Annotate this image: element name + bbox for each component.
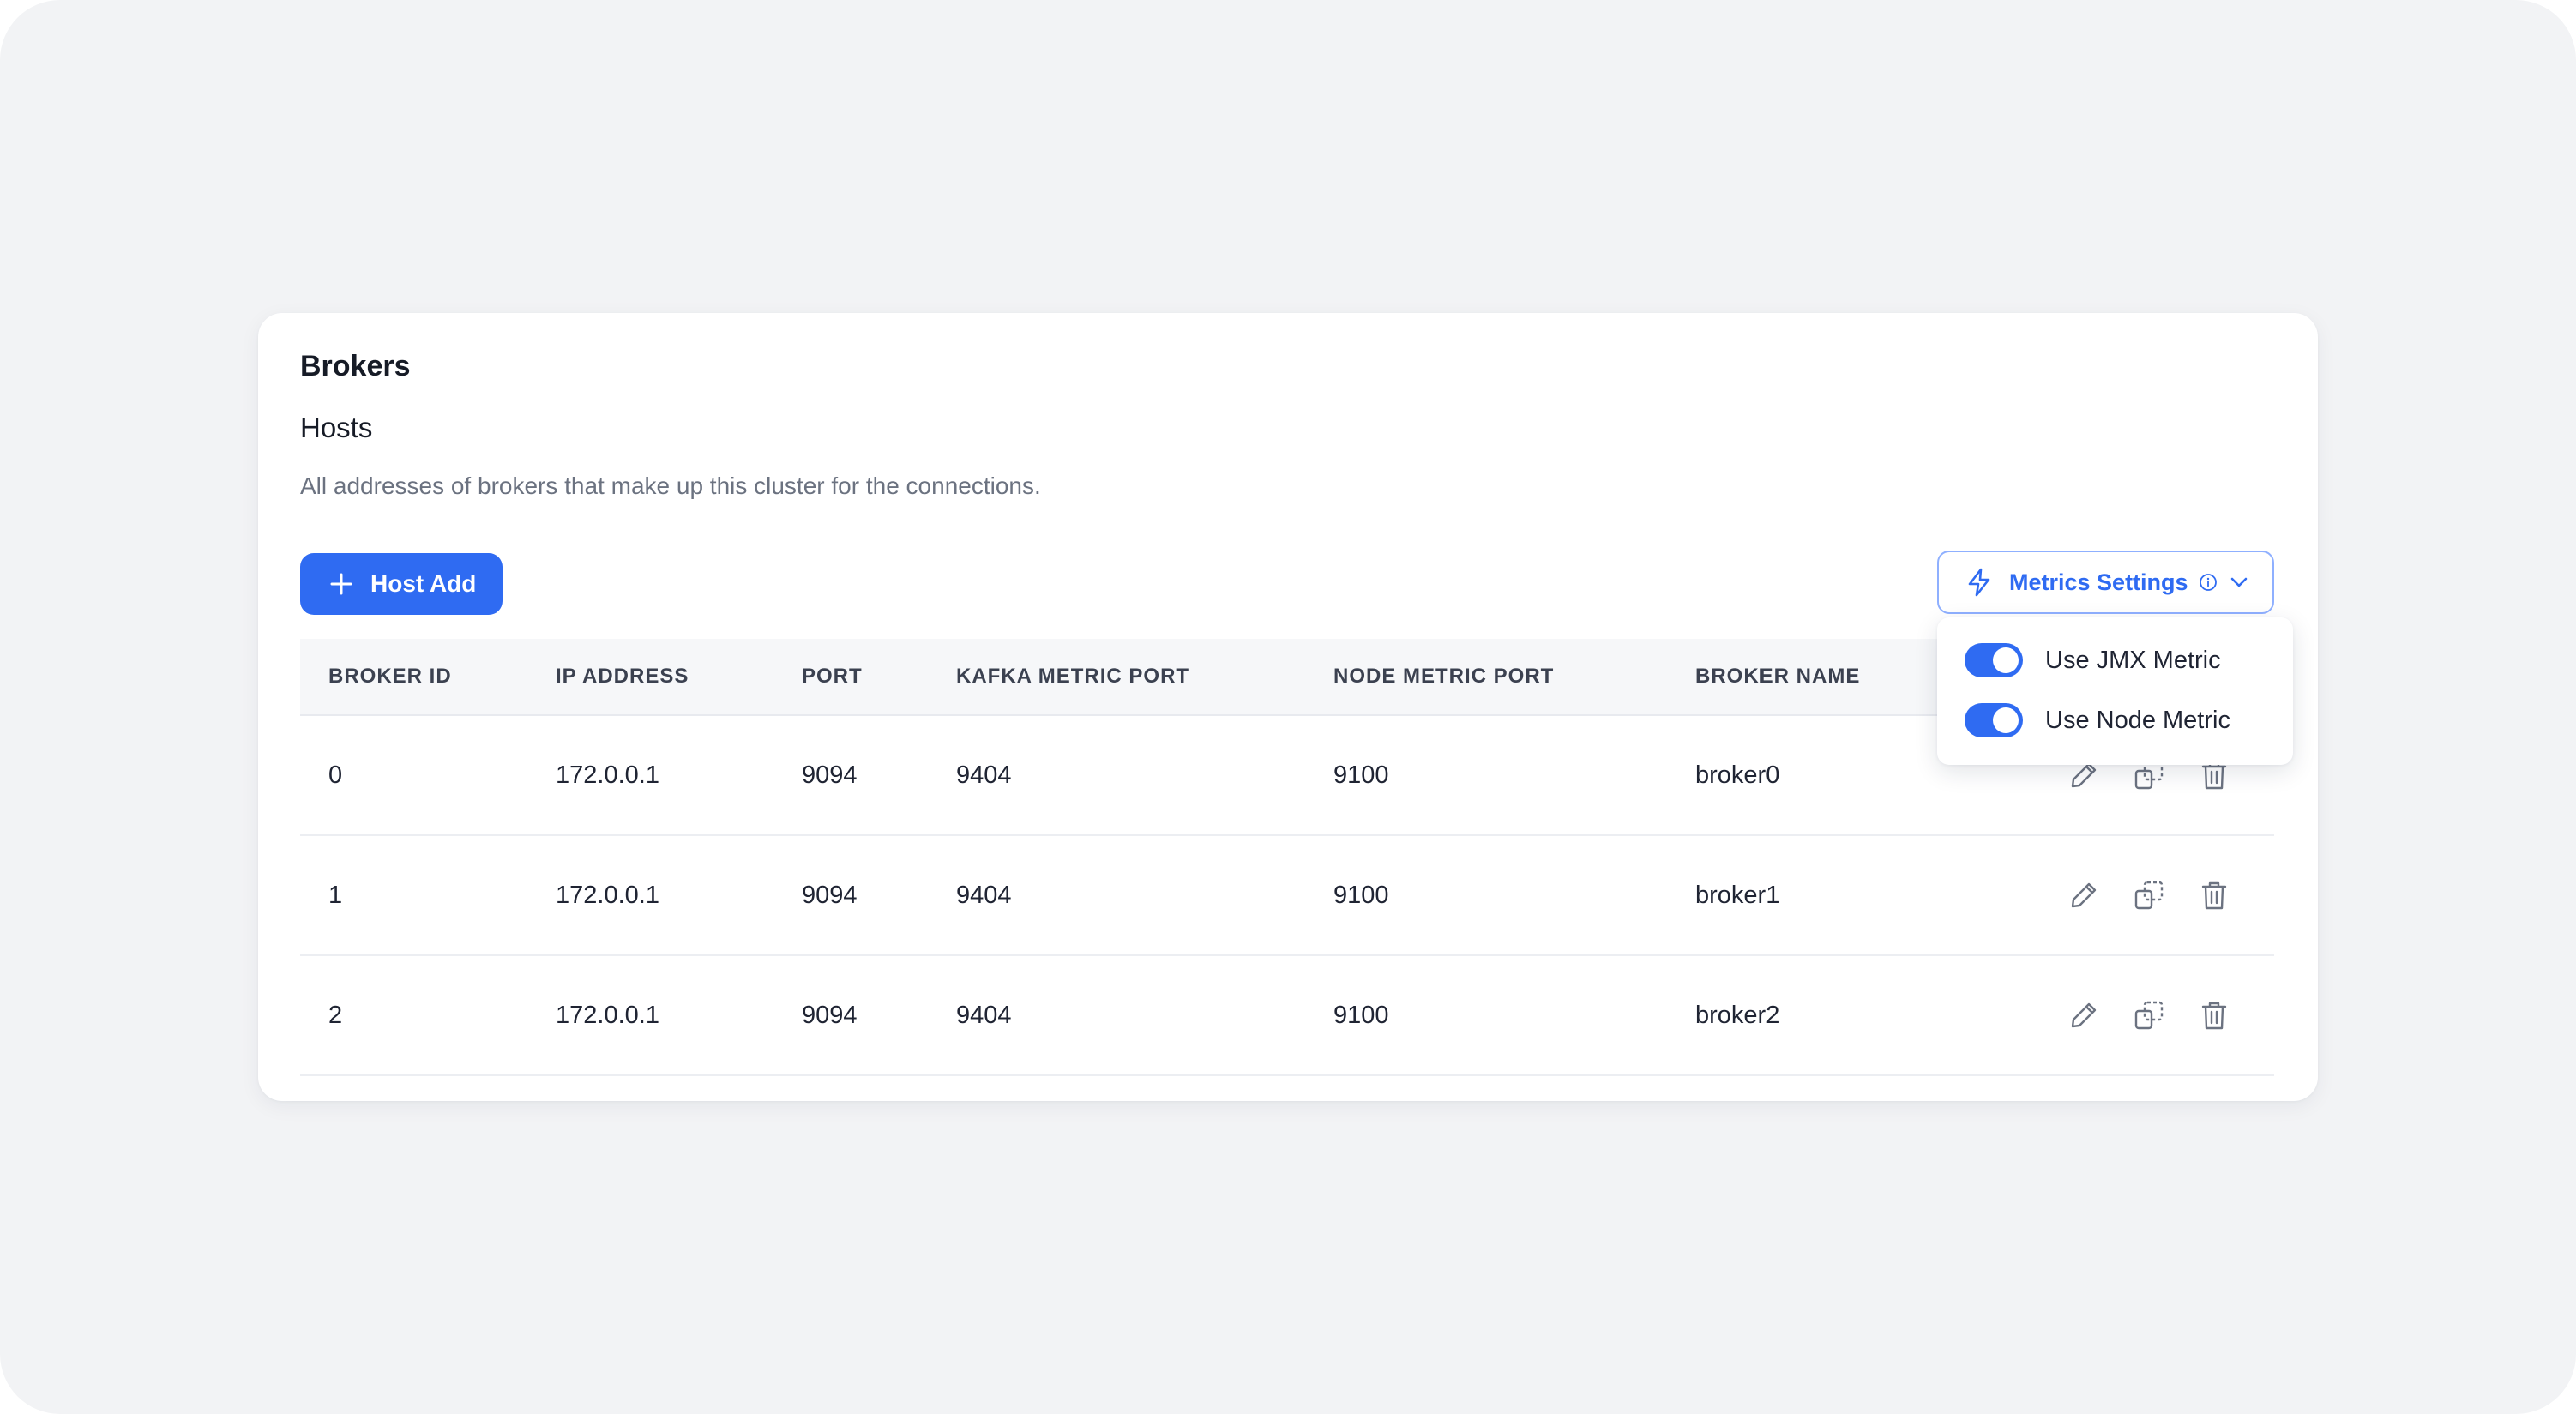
- cell-broker-id: 2: [328, 1002, 343, 1029]
- metrics-settings-button[interactable]: Metrics Settings: [1937, 551, 2274, 614]
- cell-ip-address: 172.0.0.1: [556, 1002, 659, 1029]
- chevron-down-icon: [2230, 577, 2247, 587]
- table-row: 1 172.0.0.1 9094 9404 9100 broker1: [300, 836, 2274, 956]
- table-row: 2 172.0.0.1 9094 9404 9100 broker2: [300, 956, 2274, 1076]
- cell-port: 9094: [802, 761, 858, 789]
- copy-icon: [2134, 1001, 2164, 1030]
- cell-node-metric-port: 9100: [1333, 881, 1389, 909]
- delete-button[interactable]: [2197, 878, 2231, 912]
- edit-button[interactable]: [2067, 998, 2101, 1032]
- cell-broker-name: broker2: [1695, 1002, 1780, 1029]
- jmx-metric-label: Use JMX Metric: [2045, 646, 2221, 674]
- switch-knob: [1993, 647, 2019, 673]
- cell-broker-name: broker0: [1695, 761, 1780, 789]
- trash-icon: [2201, 1002, 2227, 1030]
- lightning-bolt-icon: [1968, 568, 1990, 597]
- jmx-metric-toggle[interactable]: Use JMX Metric: [1965, 640, 2221, 681]
- column-header-broker-id: BROKER ID: [328, 665, 452, 688]
- column-header-port: PORT: [802, 665, 863, 688]
- host-add-label: Host Add: [370, 570, 477, 597]
- node-metric-switch[interactable]: [1965, 703, 2023, 737]
- pencil-icon: [2071, 882, 2097, 908]
- copy-button[interactable]: [2132, 998, 2166, 1032]
- trash-icon: [2201, 881, 2227, 910]
- metrics-settings-dropdown: Use JMX Metric Use Node Metric: [1937, 617, 2293, 765]
- jmx-metric-switch[interactable]: [1965, 643, 2023, 677]
- edit-button[interactable]: [2067, 878, 2101, 912]
- column-header-kafka-metric-port: KAFKA METRIC PORT: [956, 665, 1190, 688]
- cell-port: 9094: [802, 881, 858, 909]
- pencil-icon: [2071, 1002, 2097, 1028]
- cell-ip-address: 172.0.0.1: [556, 761, 659, 789]
- copy-button[interactable]: [2132, 878, 2166, 912]
- column-header-broker-name: BROKER NAME: [1695, 665, 1861, 688]
- cell-port: 9094: [802, 1002, 858, 1029]
- cell-kafka-metric-port: 9404: [956, 881, 1012, 909]
- row-actions: [2067, 956, 2231, 1074]
- info-icon: [2199, 574, 2217, 591]
- cell-broker-id: 1: [328, 881, 343, 909]
- cell-node-metric-port: 9100: [1333, 761, 1389, 789]
- cell-broker-id: 0: [328, 761, 343, 789]
- cell-node-metric-port: 9100: [1333, 1002, 1389, 1029]
- column-header-ip-address: IP ADDRESS: [556, 665, 689, 688]
- host-add-button[interactable]: Host Add: [300, 553, 503, 615]
- plus-icon: [330, 573, 352, 595]
- cell-ip-address: 172.0.0.1: [556, 881, 659, 909]
- section-title: Brokers: [300, 350, 411, 382]
- switch-knob: [1993, 707, 2019, 733]
- row-actions: [2067, 836, 2231, 954]
- page-background: Brokers Hosts All addresses of brokers t…: [0, 0, 2576, 1414]
- cell-kafka-metric-port: 9404: [956, 1002, 1012, 1029]
- cell-kafka-metric-port: 9404: [956, 761, 1012, 789]
- column-header-node-metric-port: NODE METRIC PORT: [1333, 665, 1555, 688]
- metrics-settings-label: Metrics Settings: [2009, 569, 2188, 595]
- cell-broker-name: broker1: [1695, 881, 1780, 909]
- section-subtitle: Hosts: [300, 412, 373, 443]
- node-metric-label: Use Node Metric: [2045, 706, 2230, 734]
- node-metric-toggle[interactable]: Use Node Metric: [1965, 700, 2230, 741]
- copy-icon: [2134, 881, 2164, 910]
- section-description: All addresses of brokers that make up th…: [300, 472, 1041, 499]
- delete-button[interactable]: [2197, 998, 2231, 1032]
